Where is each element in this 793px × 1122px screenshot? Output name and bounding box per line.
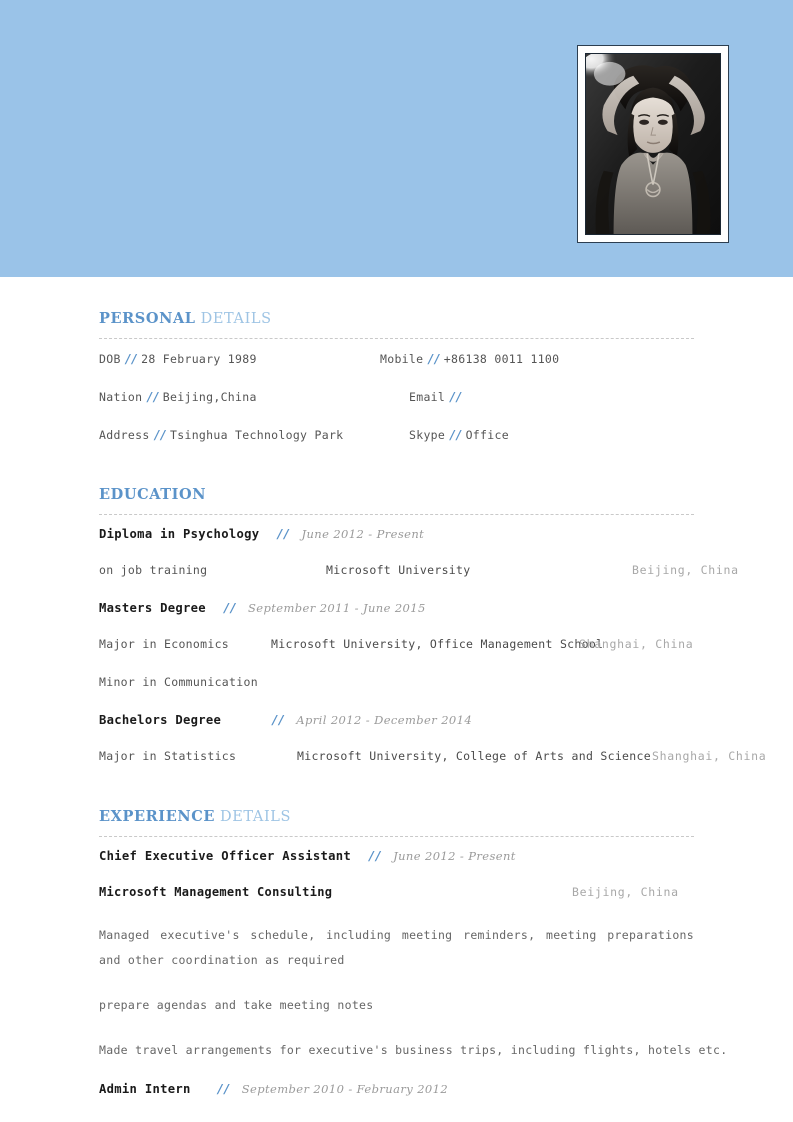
- education-location: Beijing, China: [632, 563, 739, 577]
- education-location: Shanghai, China: [652, 749, 767, 763]
- experience-entry-title-row: Chief Executive Officer Assistant // June …: [99, 837, 694, 873]
- header-banner: [0, 0, 793, 277]
- education-org: Microsoft University, College of Arts an…: [297, 749, 651, 763]
- personal-right-skype: Skype//Office: [409, 415, 509, 454]
- education-entry-title: Masters Degree: [99, 601, 206, 615]
- experience-company-row: Microsoft Management Consulting Beijing,…: [99, 873, 694, 911]
- separator-icon: //: [449, 390, 462, 404]
- experience-entry-title: Admin Intern: [99, 1082, 191, 1096]
- education-entry-title-row: Diploma in Psychology // June 2012 - Prese…: [99, 515, 694, 551]
- separator-icon: //: [124, 352, 138, 366]
- experience-entry-title-row: Admin Intern // September 2010 - February …: [99, 1077, 694, 1099]
- personal-value-mobile: +86138 0011 1100: [443, 352, 560, 366]
- experience-entry-date: June 2012 - Present: [393, 849, 516, 863]
- personal-value-dob: 28 February 1989: [141, 352, 257, 366]
- section-title-primary: PERSONAL: [99, 310, 196, 327]
- education-detail: Minor in Communication: [99, 675, 258, 689]
- separator-icon: //: [449, 428, 462, 442]
- education-entry-title-row: Bachelors Degree // April 2012 - December …: [99, 701, 694, 737]
- education-location: Shanghai, China: [579, 637, 694, 651]
- experience-bullet: Made travel arrangements for executive's…: [99, 1043, 728, 1057]
- section-title-secondary: DETAILS: [200, 311, 272, 327]
- personal-value-skype: Office: [465, 428, 509, 442]
- education-entry-date: April 2012 - December 2014: [296, 713, 473, 727]
- photo-frame: [577, 45, 729, 243]
- education-entry-date: September 2011 - June 2015: [248, 601, 426, 615]
- personal-right-mobile: Mobile//+86138 0011 1100: [380, 339, 559, 378]
- education-detail-row: Minor in Communication: [99, 663, 694, 701]
- education-org: Microsoft University: [326, 563, 471, 577]
- personal-value-nation: Beijing,China: [162, 390, 257, 404]
- education-entry-date: June 2012 - Present: [301, 527, 425, 541]
- separator-icon: //: [216, 1081, 231, 1096]
- personal-label-dob: DOB: [99, 352, 121, 366]
- education-detail-row: on job training Microsoft University Bei…: [99, 551, 738, 589]
- education-entry-title-row: Masters Degree // September 2011 - June 20…: [99, 589, 694, 625]
- personal-value-address: Tsinghua Technology Park: [170, 428, 344, 442]
- section-title-primary: EXPERIENCE: [99, 808, 215, 825]
- experience-bullet: prepare agendas and take meeting notes: [99, 998, 374, 1012]
- separator-icon: //: [427, 352, 440, 366]
- personal-label-nation: Nation: [99, 390, 143, 404]
- separator-icon: //: [153, 428, 167, 442]
- resume-content: PERSONAL DETAILS DOB//28 February 1989 Mo…: [0, 277, 793, 1099]
- personal-right-email: Email//: [409, 377, 466, 416]
- separator-icon: //: [276, 526, 290, 541]
- section-title-secondary: DETAILS: [220, 809, 292, 825]
- personal-label-skype: Skype: [409, 428, 446, 442]
- education-entry-title: Diploma in Psychology: [99, 527, 260, 541]
- separator-icon: //: [146, 390, 159, 404]
- education-detail-row: Major in Economics Microsoft University,…: [99, 625, 694, 663]
- personal-left-address: Address//Tsinghua Technology Park: [99, 415, 343, 454]
- separator-icon: //: [368, 848, 382, 863]
- personal-left-dob: DOB//28 February 1989: [99, 339, 257, 378]
- separator-icon: //: [222, 600, 237, 615]
- experience-location: Beijing, China: [572, 885, 679, 899]
- education-detail-row: Major in Statistics Microsoft University…: [99, 737, 766, 775]
- experience-bullet: Managed executive's schedule, including …: [99, 928, 694, 967]
- section-header-experience: EXPERIENCE DETAILS: [99, 775, 694, 825]
- experience-company: Microsoft Management Consulting: [99, 885, 333, 899]
- personal-label-email: Email: [409, 390, 446, 404]
- education-detail: on job training: [99, 563, 208, 577]
- education-detail: Major in Statistics: [99, 749, 237, 763]
- personal-row-address: Address//Tsinghua Technology Park Skype /…: [99, 415, 694, 453]
- experience-entry-date: September 2010 - February 2012: [241, 1082, 449, 1096]
- section-header-education: EDUCATION: [99, 453, 694, 503]
- portrait-photo: [585, 53, 721, 235]
- section-title-primary: EDUCATION: [99, 486, 207, 503]
- separator-icon: //: [271, 712, 285, 727]
- education-org: Microsoft University, Office Management …: [271, 637, 604, 651]
- section-header-personal: PERSONAL DETAILS: [99, 277, 694, 327]
- personal-row-nation: Nation//Beijing,China Email//: [99, 377, 694, 415]
- personal-left-nation: Nation//Beijing,China: [99, 377, 257, 416]
- experience-entry-title: Chief Executive Officer Assistant: [99, 849, 352, 863]
- personal-label-mobile: Mobile: [380, 352, 424, 366]
- personal-row-dob: DOB//28 February 1989 Mobile//+86138 001…: [99, 339, 694, 377]
- education-detail: Major in Economics: [99, 637, 230, 651]
- education-entry-title: Bachelors Degree: [99, 713, 222, 727]
- personal-label-address: Address: [99, 428, 150, 442]
